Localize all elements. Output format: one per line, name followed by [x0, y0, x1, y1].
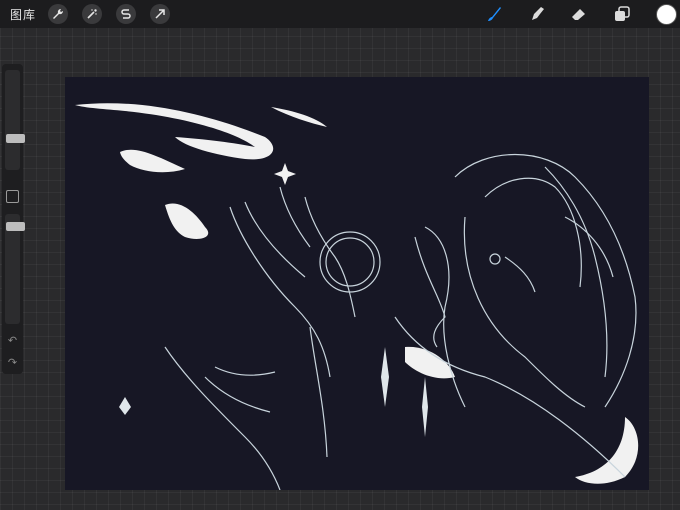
brush-size-thumb[interactable] [6, 134, 25, 143]
gallery-button[interactable]: 图库 [10, 6, 36, 23]
figure-line-art [164, 154, 637, 490]
smudge-finger-icon[interactable] [527, 4, 547, 24]
top-toolbar: 图库 [0, 0, 680, 28]
sparkle-star [274, 163, 296, 185]
opacity-thumb[interactable] [6, 222, 25, 231]
water-droplets [119, 347, 428, 437]
drawing-canvas[interactable] [65, 77, 649, 490]
opacity-slider[interactable] [5, 214, 25, 324]
arrow-cursor-icon[interactable] [150, 4, 170, 24]
color-swatch-button[interactable] [656, 4, 677, 25]
magic-wand-icon[interactable] [82, 4, 102, 24]
cloud-wisp [271, 107, 327, 127]
undo-icon[interactable]: ↶ [5, 334, 20, 347]
square-modifier-icon[interactable] [6, 190, 19, 203]
wrench-icon[interactable] [48, 4, 68, 24]
layers-icon[interactable] [612, 4, 632, 24]
redo-icon[interactable]: ↷ [5, 356, 20, 369]
left-sidebar: ↶ ↷ [2, 64, 25, 374]
eraser-icon[interactable] [569, 4, 589, 24]
cloud-swirl [120, 149, 185, 173]
cloud-swirl [575, 417, 639, 484]
brush-icon[interactable] [484, 4, 504, 24]
brush-size-slider[interactable] [5, 70, 25, 170]
artwork [75, 103, 639, 490]
cloud-swirl [165, 203, 209, 239]
cloud-swirl [75, 103, 274, 160]
selection-s-icon[interactable] [116, 4, 136, 24]
